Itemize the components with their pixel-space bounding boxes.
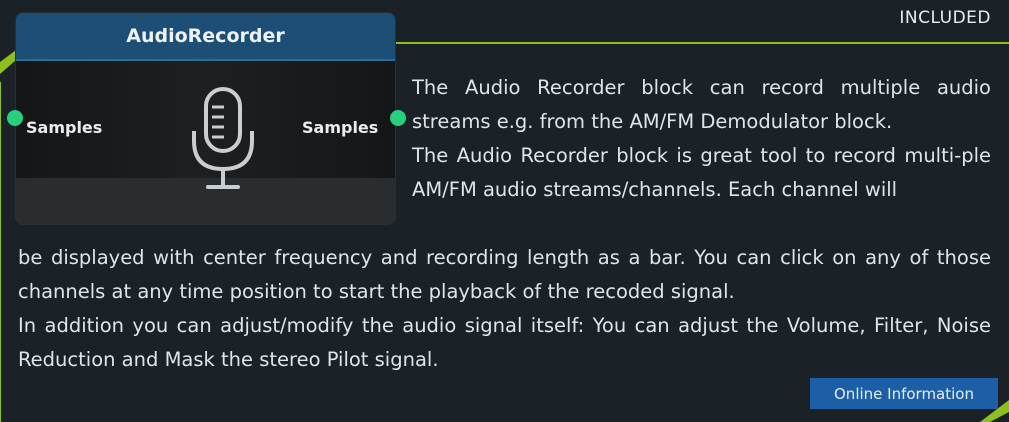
output-port-connector[interactable]	[390, 110, 406, 126]
description-paragraph-3: be displayed with center frequency and r…	[18, 246, 991, 303]
input-port-connector[interactable]	[7, 110, 23, 126]
description-paragraph-1: The Audio Recorder block can record mult…	[412, 76, 991, 133]
input-port-label: Samples	[26, 118, 103, 137]
description-paragraph-4: In addition you can adjust/modify the au…	[18, 314, 991, 371]
block-title: AudioRecorder	[16, 13, 395, 61]
output-port-label: Samples	[302, 118, 379, 137]
included-badge: INCLUDED	[899, 8, 991, 28]
audio-recorder-block[interactable]: AudioRecorder Samples Samples	[16, 13, 395, 224]
description-paragraph-2: The Audio Recorder block is great tool t…	[412, 144, 991, 201]
online-information-button[interactable]: Online Information	[810, 378, 998, 409]
microphone-icon	[192, 87, 254, 189]
